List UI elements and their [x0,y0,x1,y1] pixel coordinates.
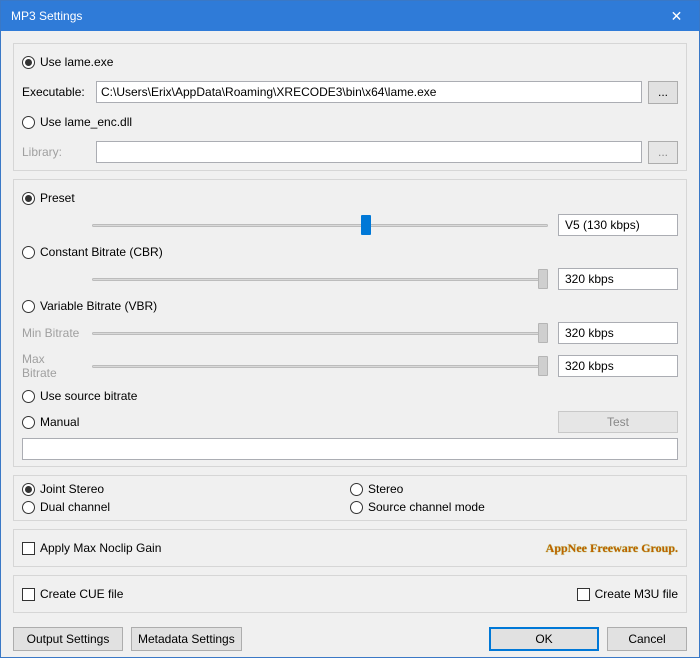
library-path-input [96,141,642,163]
joint-stereo-label: Joint Stereo [40,482,104,496]
slider-thumb-icon [538,269,548,289]
radio-icon [22,483,35,496]
max-bitrate-slider [92,356,548,376]
vbr-radio[interactable]: Variable Bitrate (VBR) [22,299,157,313]
preset-value[interactable]: V5 (130 kbps) [558,214,678,236]
dual-channel-label: Dual channel [40,500,110,514]
joint-stereo-radio[interactable]: Joint Stereo [22,482,104,496]
manual-radio[interactable]: Manual [22,415,79,429]
cbr-radio[interactable]: Constant Bitrate (CBR) [22,245,163,259]
browse-executable-button[interactable]: ... [648,81,678,104]
source-channel-radio[interactable]: Source channel mode [350,500,485,514]
footer: Output Settings Metadata Settings OK Can… [1,621,699,663]
cbr-value: 320 kbps [558,268,678,290]
radio-icon [350,501,363,514]
bitrate-group: Preset V5 (130 kbps) Constant Bitrate (C… [13,179,687,467]
apply-noclip-checkbox[interactable]: Apply Max Noclip Gain [22,541,161,555]
create-m3u-checkbox[interactable]: Create M3U file [577,587,678,601]
cancel-button[interactable]: Cancel [607,627,687,651]
watermark-text: AppNee Freeware Group. [546,541,678,556]
radio-icon [22,56,35,69]
min-bitrate-slider [92,323,548,343]
use-lame-exe-label: Use lame.exe [40,55,113,69]
channel-group: Joint Stereo Stereo Dual channel [13,475,687,521]
executable-label: Executable: [22,85,90,99]
use-lame-exe-radio[interactable]: Use lame.exe [22,55,113,69]
slider-thumb-icon [361,215,371,235]
dual-channel-radio[interactable]: Dual channel [22,500,110,514]
stereo-label: Stereo [368,482,403,496]
radio-icon [22,390,35,403]
checkbox-icon [22,588,35,601]
file-creation-group: Create CUE file Create M3U file [13,575,687,613]
output-settings-button[interactable]: Output Settings [13,627,123,651]
preset-label: Preset [40,191,75,205]
vbr-label: Variable Bitrate (VBR) [40,299,157,313]
radio-icon [22,501,35,514]
metadata-settings-button[interactable]: Metadata Settings [131,627,242,651]
max-bitrate-label: Max Bitrate [22,352,82,380]
create-cue-checkbox[interactable]: Create CUE file [22,587,123,601]
source-channel-label: Source channel mode [368,500,485,514]
use-source-bitrate-radio[interactable]: Use source bitrate [22,389,137,403]
titlebar: MP3 Settings ✕ [1,1,699,31]
cbr-slider [92,269,548,289]
preset-radio[interactable]: Preset [22,191,75,205]
content-area: Use lame.exe Executable: ... Use lame_en… [1,31,699,621]
library-label: Library: [22,145,90,159]
apply-noclip-label: Apply Max Noclip Gain [40,541,161,555]
radio-icon [22,192,35,205]
cbr-label: Constant Bitrate (CBR) [40,245,163,259]
window-title: MP3 Settings [11,9,654,23]
radio-icon [350,483,363,496]
radio-icon [22,416,35,429]
stereo-radio[interactable]: Stereo [350,482,403,496]
create-cue-label: Create CUE file [40,587,123,601]
slider-thumb-icon [538,323,548,343]
use-lame-enc-dll-label: Use lame_enc.dll [40,115,132,129]
executable-path-input[interactable] [96,81,642,103]
manual-args-input[interactable] [22,438,678,460]
radio-icon [22,246,35,259]
mp3-settings-dialog: MP3 Settings ✕ Use lame.exe Executable: … [0,0,700,658]
use-source-bitrate-label: Use source bitrate [40,389,137,403]
preset-slider[interactable] [92,215,548,235]
close-icon: ✕ [671,8,683,25]
encoder-group: Use lame.exe Executable: ... Use lame_en… [13,43,687,171]
radio-icon [22,300,35,313]
slider-thumb-icon [538,356,548,376]
checkbox-icon [22,542,35,555]
radio-icon [22,116,35,129]
min-bitrate-label: Min Bitrate [22,326,82,340]
use-lame-enc-dll-radio[interactable]: Use lame_enc.dll [22,115,132,129]
close-button[interactable]: ✕ [654,1,699,31]
min-bitrate-value: 320 kbps [558,322,678,344]
checkbox-icon [577,588,590,601]
max-bitrate-value: 320 kbps [558,355,678,377]
test-button: Test [558,411,678,433]
manual-label: Manual [40,415,79,429]
browse-library-button: ... [648,141,678,164]
ok-button[interactable]: OK [489,627,599,651]
create-m3u-label: Create M3U file [595,587,678,601]
noclip-group: Apply Max Noclip Gain AppNee Freeware Gr… [13,529,687,567]
